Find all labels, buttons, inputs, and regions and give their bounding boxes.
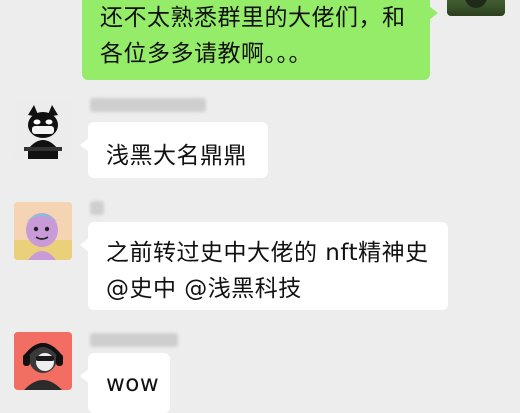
message-text: 浅黑大名鼎鼎 — [106, 143, 247, 169]
sender-name-blurred — [90, 98, 206, 112]
incoming-message-bubble[interactable]: 浅黑大名鼎鼎 — [80, 122, 268, 178]
cartoon-character-avatar-icon — [14, 202, 72, 260]
incoming-message-bubble[interactable]: 之前转过史中大佬的 nft精神史 @史中 @浅黑科技 — [80, 222, 448, 310]
message-text: wow — [106, 371, 160, 397]
message-text: 还不太熟悉群里的大佬们，和 — [100, 5, 406, 31]
sender-name-blurred — [90, 201, 104, 215]
outgoing-message-bubble[interactable]: 还不太熟悉群里的大佬们，和 各位多多请教啊。。。 — [82, 0, 438, 80]
bubble-tail — [80, 138, 89, 152]
self-avatar[interactable] — [447, 0, 505, 16]
bubble-tail — [429, 6, 438, 20]
headphones-character-avatar-icon — [14, 332, 72, 390]
incoming-message-bubble[interactable]: wow — [80, 353, 170, 413]
chat-message-list[interactable]: 还不太熟悉群里的大佬们，和 各位多多请教啊。。。 浅黑大名鼎鼎 之前转过史中大佬… — [0, 0, 520, 413]
bubble-tail — [80, 369, 89, 383]
sender-avatar[interactable] — [14, 101, 72, 159]
message-text: 各位多多请教啊。。。 — [100, 41, 312, 67]
sender-name-blurred — [90, 333, 178, 347]
sender-avatar[interactable] — [14, 332, 72, 390]
masked-cat-avatar-icon — [14, 101, 72, 159]
message-text: @史中 @浅黑科技 — [106, 276, 302, 302]
bubble-tail — [80, 238, 89, 252]
message-text: 之前转过史中大佬的 nft精神史 — [106, 240, 429, 266]
sender-avatar[interactable] — [14, 202, 72, 260]
